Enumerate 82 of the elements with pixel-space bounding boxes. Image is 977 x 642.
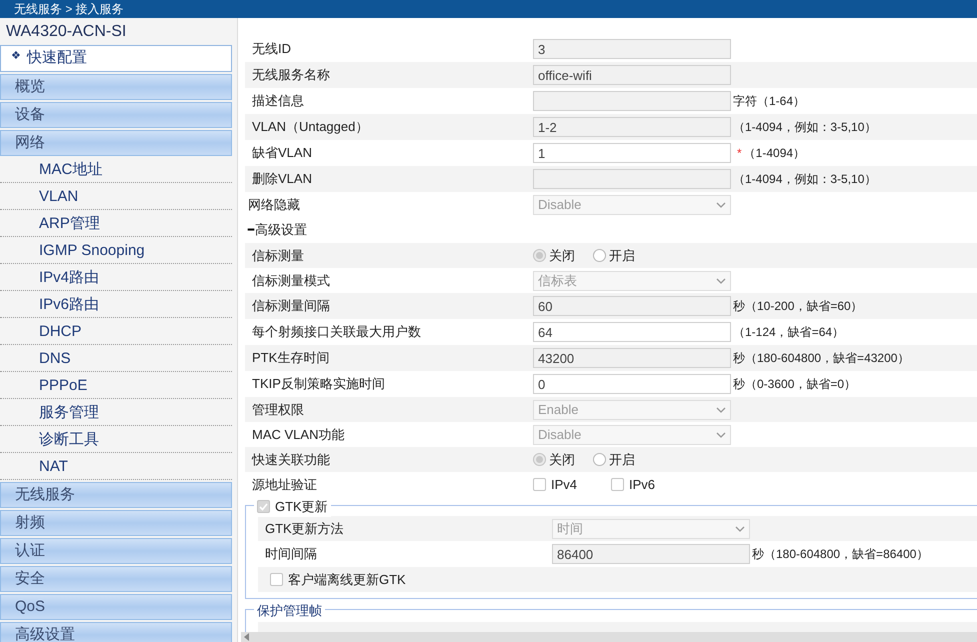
field-label: 网络隐藏 bbox=[247, 196, 301, 214]
checkbox[interactable] bbox=[257, 500, 270, 514]
option-label: 客户端离线更新GTK bbox=[288, 570, 406, 589]
input-field[interactable]: 64 bbox=[533, 322, 731, 342]
field-label: 无线服务名称 bbox=[251, 66, 331, 84]
group-legend: GTK更新 bbox=[275, 497, 328, 516]
hint-text: （1-4094，例如：3-5,10） bbox=[733, 119, 876, 136]
scroll-left-icon[interactable] bbox=[244, 633, 250, 641]
radio-button[interactable] bbox=[593, 453, 606, 466]
sidebar-category[interactable]: QoS bbox=[0, 594, 232, 620]
field-label: GTK更新方法 bbox=[264, 520, 345, 538]
option-label: IPv4 bbox=[551, 476, 578, 494]
chevron-down-icon bbox=[716, 432, 726, 438]
section-title: 高级设置 bbox=[255, 221, 307, 240]
sidebar-item[interactable]: PPPoE bbox=[0, 372, 232, 399]
sidebar-item[interactable]: DHCP bbox=[0, 318, 232, 345]
field-label: 源地址验证 bbox=[251, 476, 318, 494]
radio-button[interactable] bbox=[533, 249, 546, 262]
option-label: 开启 bbox=[609, 246, 635, 265]
chevron-down-icon bbox=[735, 526, 745, 532]
option-label: IPv6 bbox=[629, 476, 656, 494]
field-label: 删除VLAN bbox=[251, 170, 313, 188]
field-label: 时间间隔 bbox=[264, 545, 318, 564]
sidebar-item[interactable]: NAT bbox=[0, 453, 232, 480]
field-label: 无线ID bbox=[251, 40, 292, 58]
sidebar-category[interactable]: 设备 bbox=[0, 102, 232, 128]
sidebar-category[interactable]: 概览 bbox=[0, 74, 232, 100]
device-name: WA4320-ACN-SI bbox=[5, 22, 128, 42]
hint-text: （1-4094，例如：3-5,10） bbox=[733, 171, 876, 188]
diamond-icon: ❖ bbox=[11, 48, 21, 64]
sidebar-category[interactable]: 无线服务 bbox=[0, 482, 232, 508]
option-label: 关闭 bbox=[549, 246, 576, 265]
sidebar-item[interactable]: 诊断工具 bbox=[0, 426, 232, 453]
required-mark: * bbox=[737, 145, 742, 162]
checkbox[interactable] bbox=[533, 478, 546, 491]
sidebar-item[interactable]: 服务管理 bbox=[0, 399, 232, 426]
radio-button[interactable] bbox=[593, 249, 606, 262]
option-label: 关闭 bbox=[549, 450, 576, 469]
hint-text: （1-4094） bbox=[744, 145, 806, 162]
sidebar-item[interactable]: IPv4路由 bbox=[0, 264, 232, 291]
field-label: VLAN（Untagged） bbox=[251, 118, 370, 136]
chevron-down-icon bbox=[716, 202, 726, 208]
field-label: 管理权限 bbox=[251, 400, 305, 419]
field-label: 信标测量 bbox=[251, 246, 305, 265]
collapse-icon[interactable]: ━ bbox=[248, 222, 254, 238]
input-field[interactable]: 0 bbox=[533, 374, 731, 394]
radio-button[interactable] bbox=[533, 453, 546, 466]
sidebar-category[interactable]: 网络 bbox=[0, 130, 232, 156]
hint-text: 秒（0-3600，缺省=0） bbox=[733, 376, 856, 393]
field-label: 信标测量间隔 bbox=[251, 297, 331, 316]
field-label: 描述信息 bbox=[251, 92, 305, 110]
field-label: TKIP反制策略实施时间 bbox=[251, 375, 386, 394]
field-label: 快速关联功能 bbox=[250, 450, 331, 469]
option-label: 开启 bbox=[609, 450, 635, 469]
chevron-down-icon bbox=[716, 278, 726, 284]
sidebar-item[interactable]: IPv6路由 bbox=[0, 291, 232, 318]
input-field[interactable]: 1 bbox=[533, 143, 731, 163]
breadcrumb: 无线服务 > 接入服务 bbox=[14, 1, 124, 18]
sidebar-category[interactable]: 高级设置 bbox=[0, 622, 232, 642]
sidebar-item[interactable]: IGMP Snooping bbox=[0, 237, 232, 264]
checkbox[interactable] bbox=[270, 573, 283, 586]
checkbox[interactable] bbox=[611, 478, 624, 491]
sidebar-item[interactable]: MAC地址 bbox=[0, 156, 232, 183]
sidebar-item[interactable]: VLAN bbox=[0, 183, 232, 210]
sidebar-category[interactable]: 射频 bbox=[0, 510, 232, 536]
chevron-down-icon bbox=[716, 406, 726, 412]
field-label: MAC VLAN功能 bbox=[251, 426, 346, 444]
horizontal-scrollbar[interactable] bbox=[241, 632, 977, 642]
field-label: 信标测量模式 bbox=[251, 272, 331, 290]
field-label: PTK生存时间 bbox=[251, 349, 330, 368]
field-label: 缺省VLAN bbox=[251, 144, 313, 162]
sidebar-item[interactable]: DNS bbox=[0, 345, 232, 372]
field-label: 每个射频接口关联最大用户数 bbox=[251, 323, 422, 342]
hint-text: 秒（180-604800，缺省=86400） bbox=[752, 546, 928, 563]
hint-text: 秒（180-604800，缺省=43200） bbox=[733, 350, 910, 367]
hint-text: 秒（10-200，缺省=60） bbox=[733, 298, 863, 315]
quick-config-item[interactable]: ❖ 快速配置 bbox=[0, 45, 232, 72]
hint-text: （1-124，缺省=64） bbox=[733, 324, 844, 341]
sidebar-item[interactable]: ARP管理 bbox=[0, 210, 232, 237]
hint-text: 字符（1-64） bbox=[733, 93, 806, 110]
sidebar-category[interactable]: 认证 bbox=[0, 538, 232, 564]
sidebar-category[interactable]: 安全 bbox=[0, 566, 232, 592]
